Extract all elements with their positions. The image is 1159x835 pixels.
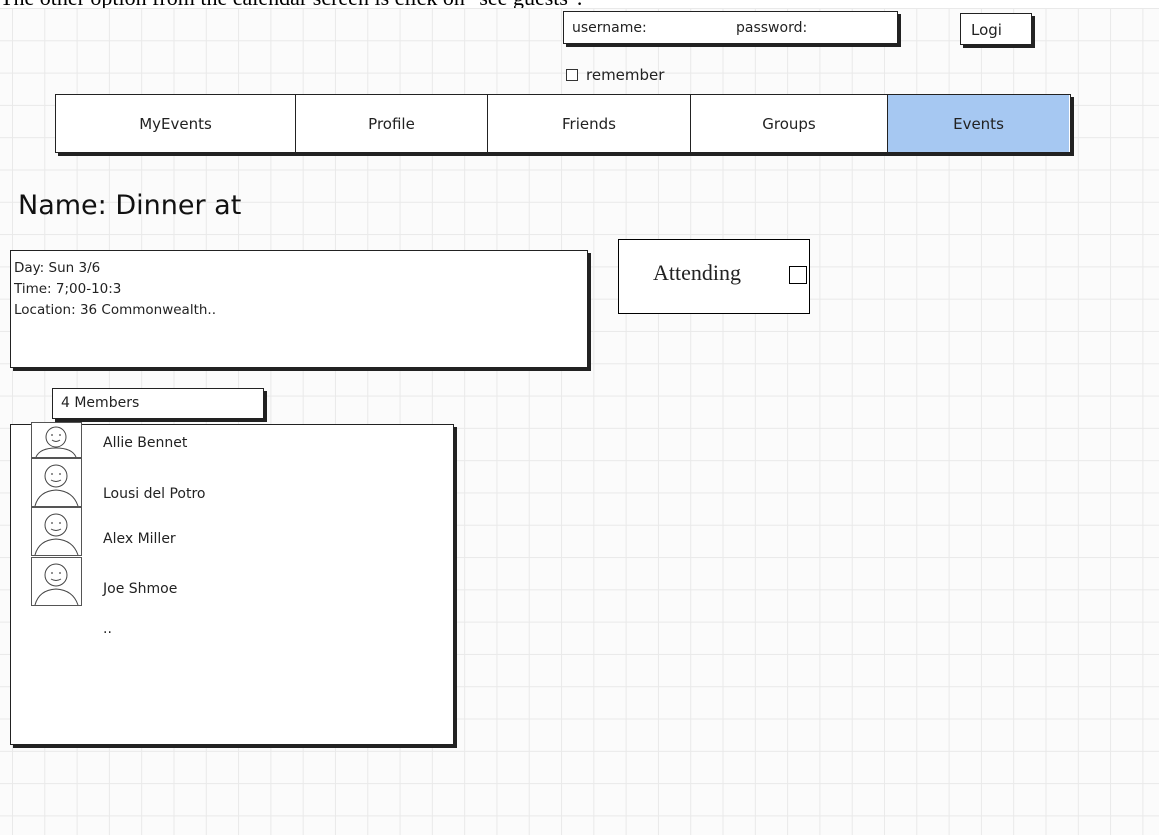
- login-field[interactable]: username: password:: [563, 11, 898, 44]
- list-item[interactable]: Lousi del Potro: [31, 458, 431, 508]
- event-name-title: Name: Dinner at: [18, 190, 242, 221]
- members-list: Allie Bennet Lousi del Potro Alex Miller: [10, 422, 454, 745]
- more-indicator: ..: [103, 621, 112, 637]
- login-button[interactable]: Logi: [960, 13, 1032, 45]
- person-icon: [31, 422, 82, 458]
- event-time: Time: 7;00-10:3: [14, 281, 122, 297]
- remember-option[interactable]: remember: [566, 66, 664, 84]
- tab-profile[interactable]: Profile: [296, 95, 488, 152]
- tab-myevents[interactable]: MyEvents: [56, 95, 296, 152]
- main-nav: MyEvents Profile Friends Groups Events: [55, 94, 1071, 153]
- members-count-header: 4 Members: [52, 388, 264, 419]
- event-day: Day: Sun 3/6: [14, 260, 101, 276]
- tab-groups[interactable]: Groups: [691, 95, 888, 152]
- tab-friends[interactable]: Friends: [488, 95, 691, 152]
- member-name: Allie Bennet: [103, 435, 188, 451]
- remember-checkbox[interactable]: [566, 69, 578, 81]
- list-item[interactable]: Joe Shmoe: [31, 557, 431, 607]
- remember-label: remember: [586, 66, 665, 84]
- member-name: Joe Shmoe: [103, 581, 178, 597]
- person-icon: [31, 557, 82, 606]
- username-label: username:: [572, 20, 647, 36]
- person-icon: [31, 458, 82, 507]
- password-label: password:: [736, 20, 808, 36]
- attending-label: Attending: [653, 260, 741, 285]
- event-location: Location: 36 Commonwealth..: [14, 302, 217, 318]
- attending-checkbox[interactable]: [789, 266, 807, 284]
- member-name: Alex Miller: [103, 531, 176, 547]
- event-details-panel: Day: Sun 3/6 Time: 7;00-10:3 Location: 3…: [10, 250, 588, 368]
- person-icon: [31, 507, 82, 556]
- member-name: Lousi del Potro: [103, 486, 206, 502]
- attending-panel: Attending: [618, 239, 810, 314]
- list-item[interactable]: Alex Miller: [31, 507, 431, 557]
- tab-events[interactable]: Events: [888, 95, 1069, 152]
